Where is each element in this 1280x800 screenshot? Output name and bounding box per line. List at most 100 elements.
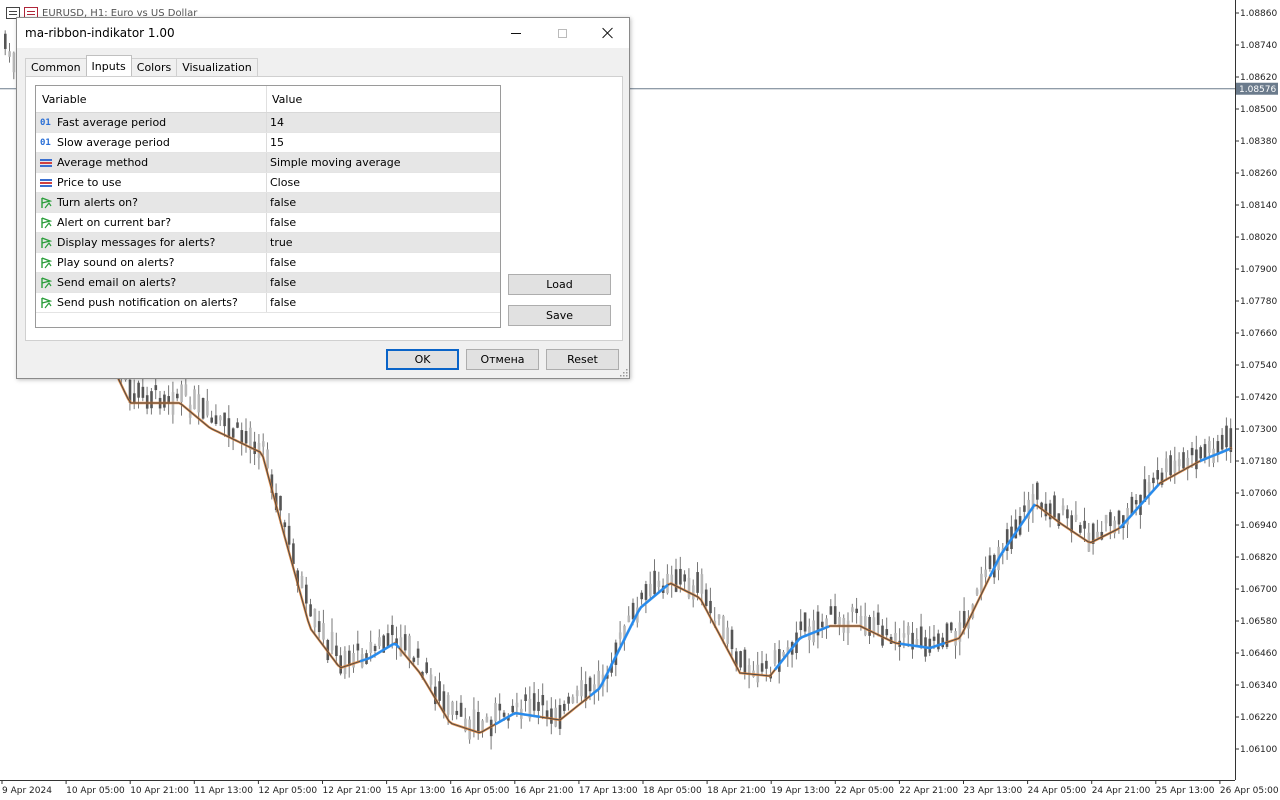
candle-body bbox=[429, 674, 433, 685]
candle-body bbox=[214, 415, 218, 424]
integer-icon: 01 bbox=[40, 137, 51, 148]
candle-body bbox=[1190, 447, 1194, 456]
input-row[interactable]: Display messages for alerts? true bbox=[36, 233, 500, 253]
price-tick-label: 1.08380 bbox=[1240, 137, 1277, 147]
time-tick-label: 26 Apr 05:00 bbox=[1220, 786, 1279, 796]
input-row[interactable]: Alert on current bar? false bbox=[36, 213, 500, 233]
load-button[interactable]: Load bbox=[508, 274, 611, 295]
candle-body bbox=[287, 525, 291, 545]
candle-body bbox=[236, 422, 239, 428]
candle-body bbox=[511, 705, 514, 713]
input-variable-cell: Display messages for alerts? bbox=[36, 233, 267, 252]
candle-body bbox=[915, 639, 919, 646]
candle-body bbox=[1134, 500, 1138, 505]
candle-body bbox=[709, 600, 712, 614]
input-row[interactable]: Send email on alerts? false bbox=[36, 273, 500, 293]
time-tick-label: 16 Apr 21:00 bbox=[515, 786, 574, 796]
input-value-cell[interactable]: false bbox=[267, 293, 500, 312]
dialog-titlebar[interactable]: ma-ribbon-indikator 1.00 bbox=[17, 18, 629, 48]
candle-body bbox=[571, 696, 575, 703]
candle-body bbox=[1169, 455, 1172, 476]
input-variable-label: Send email on alerts? bbox=[57, 276, 177, 289]
candle-body bbox=[833, 606, 837, 625]
candle-body bbox=[524, 694, 527, 702]
resize-grip-icon[interactable] bbox=[620, 369, 628, 377]
candle-body bbox=[1199, 447, 1202, 459]
candle-body bbox=[227, 418, 231, 437]
candle-body bbox=[4, 33, 7, 49]
cancel-button[interactable]: Отмена bbox=[466, 349, 539, 370]
input-value-cell[interactable]: false bbox=[267, 193, 500, 212]
tab-inputs[interactable]: Inputs bbox=[85, 55, 132, 76]
input-value-cell[interactable]: false bbox=[267, 253, 500, 272]
time-tick-label: 16 Apr 05:00 bbox=[451, 786, 510, 796]
indicator-properties-dialog: ma-ribbon-indikator 1.00 Common Inputs C… bbox=[16, 17, 630, 379]
candle-body bbox=[1165, 458, 1168, 473]
candle-body bbox=[335, 645, 338, 657]
ok-button[interactable]: OK bbox=[386, 349, 459, 370]
candle-body bbox=[704, 589, 708, 607]
input-variable-label: Average method bbox=[57, 156, 149, 169]
input-value-cell[interactable]: false bbox=[267, 213, 500, 232]
bool-icon bbox=[41, 216, 52, 228]
inputs-grid: Variable Value 01 Fast average period 14 01… bbox=[35, 85, 501, 328]
candle-body bbox=[399, 637, 403, 657]
input-value-cell[interactable]: 15 bbox=[267, 133, 500, 152]
input-variable-cell: Alert on current bar? bbox=[36, 213, 267, 232]
input-value-cell[interactable]: Close bbox=[267, 173, 500, 192]
candle-body bbox=[1079, 525, 1082, 533]
candle-body bbox=[717, 614, 721, 619]
close-button[interactable] bbox=[585, 18, 631, 48]
price-tick-label: 1.06220 bbox=[1240, 713, 1277, 723]
candle-body bbox=[700, 574, 704, 594]
price-tick-label: 1.07180 bbox=[1240, 457, 1277, 467]
candle-body bbox=[1177, 459, 1181, 467]
time-tick-label: 24 Apr 05:00 bbox=[1028, 786, 1087, 796]
time-tick-label: 19 Apr 13:00 bbox=[771, 786, 830, 796]
input-row[interactable]: Price to use Close bbox=[36, 173, 500, 193]
candle-body bbox=[176, 393, 179, 399]
candle-body bbox=[141, 386, 145, 398]
candle-body bbox=[726, 627, 729, 644]
tab-common[interactable]: Common bbox=[25, 58, 87, 76]
candle-body bbox=[8, 51, 11, 57]
reset-button[interactable]: Reset bbox=[546, 349, 619, 370]
save-button[interactable]: Save bbox=[508, 305, 611, 326]
candle-body bbox=[1104, 514, 1108, 524]
input-value-cell[interactable]: Simple moving average bbox=[267, 153, 500, 172]
column-header-value[interactable]: Value bbox=[267, 86, 500, 112]
candle-body bbox=[240, 430, 244, 443]
price-tick-label: 1.07660 bbox=[1240, 329, 1277, 339]
input-row[interactable]: Send push notification on alerts? false bbox=[36, 293, 500, 313]
candle-body bbox=[262, 441, 265, 447]
candle-body bbox=[644, 584, 648, 600]
input-variable-cell: Send email on alerts? bbox=[36, 273, 267, 292]
candle-body bbox=[163, 394, 166, 408]
candle-body bbox=[554, 707, 557, 727]
price-tick-label: 1.08740 bbox=[1240, 41, 1277, 51]
candle-body bbox=[219, 416, 222, 421]
input-value-cell[interactable]: true bbox=[267, 233, 500, 252]
column-header-variable[interactable]: Variable bbox=[36, 86, 267, 112]
bool-icon bbox=[41, 196, 52, 208]
tab-colors[interactable]: Colors bbox=[130, 58, 178, 76]
input-value-cell[interactable]: 14 bbox=[267, 113, 500, 132]
candle-body bbox=[1083, 520, 1086, 529]
candle-body bbox=[1195, 449, 1198, 470]
input-row[interactable]: Turn alerts on? false bbox=[36, 193, 500, 213]
enum-icon bbox=[40, 178, 52, 188]
candle-body bbox=[283, 522, 287, 528]
candle-body bbox=[692, 585, 695, 600]
price-tick-label: 1.06580 bbox=[1240, 617, 1277, 627]
candle-body bbox=[588, 677, 592, 692]
input-row[interactable]: Play sound on alerts? false bbox=[36, 253, 500, 273]
input-variable-label: Alert on current bar? bbox=[57, 216, 172, 229]
input-row[interactable]: 01 Fast average period 14 bbox=[36, 113, 500, 133]
input-row[interactable]: Average method Simple moving average bbox=[36, 153, 500, 173]
tab-visualization[interactable]: Visualization bbox=[176, 58, 258, 76]
input-value-cell[interactable]: false bbox=[267, 273, 500, 292]
minimize-button[interactable] bbox=[493, 18, 539, 48]
candle-body bbox=[649, 583, 652, 596]
input-row[interactable]: 01 Slow average period 15 bbox=[36, 133, 500, 153]
candle-body bbox=[1117, 510, 1121, 525]
